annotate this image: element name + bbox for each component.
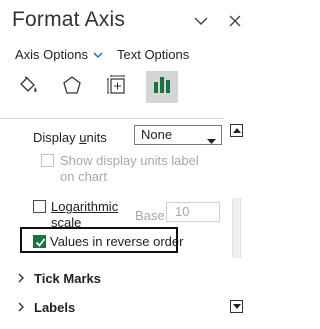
show-units-label: Show display units label on chart xyxy=(60,153,199,184)
display-units-value: None xyxy=(141,127,173,142)
scroll-down-button[interactable] xyxy=(230,300,243,313)
options-tab-row: Axis Options Text Options xyxy=(15,47,189,62)
chevron-right-icon xyxy=(18,300,25,315)
show-units-checkbox[interactable] xyxy=(41,154,54,167)
close-button[interactable] xyxy=(226,12,244,30)
effects-pentagon-icon xyxy=(60,73,84,102)
scrollbar-thumb[interactable] xyxy=(232,198,241,258)
section-tick-marks[interactable]: Tick Marks xyxy=(18,271,101,286)
dropdown-arrow-icon xyxy=(207,132,216,150)
format-axis-pane: Format Axis Axis Options Text Options Di… xyxy=(0,0,257,329)
scroll-up-button[interactable] xyxy=(230,124,243,137)
axis-options-tab[interactable] xyxy=(146,71,178,103)
divider xyxy=(0,118,223,119)
tab-text-options[interactable]: Text Options xyxy=(117,47,189,62)
chevron-down-icon xyxy=(93,47,103,62)
fill-line-icon xyxy=(16,73,40,102)
axis-options-bar-chart-icon xyxy=(150,73,174,102)
base-label: Base xyxy=(135,208,165,223)
options-scroll-area: Display units None Show display units la… xyxy=(0,118,257,329)
chevron-right-icon xyxy=(18,271,25,286)
pane-title: Format Axis xyxy=(12,8,126,31)
tab-axis-options-label: Axis Options xyxy=(15,47,88,62)
effects-tab[interactable] xyxy=(56,71,88,103)
base-input[interactable]: 10 xyxy=(166,202,220,222)
size-properties-icon xyxy=(104,73,128,102)
display-units-label: Display units xyxy=(33,130,107,145)
display-units-select[interactable]: None xyxy=(134,125,222,145)
section-labels[interactable]: Labels xyxy=(18,300,75,315)
fill-line-tab[interactable] xyxy=(12,71,44,103)
category-icon-row xyxy=(12,71,190,103)
close-icon xyxy=(226,12,244,30)
section-labels-label: Labels xyxy=(34,300,76,315)
pane-options-button[interactable] xyxy=(192,12,210,30)
log-scale-checkbox[interactable] xyxy=(33,200,46,213)
chevron-down-icon xyxy=(192,12,210,30)
reverse-order-label: Values in reverse order xyxy=(50,234,184,249)
section-tick-marks-label: Tick Marks xyxy=(34,271,101,286)
tab-axis-options[interactable]: Axis Options xyxy=(15,47,103,62)
size-properties-tab[interactable] xyxy=(100,71,132,103)
reverse-order-checkbox[interactable] xyxy=(33,235,46,248)
